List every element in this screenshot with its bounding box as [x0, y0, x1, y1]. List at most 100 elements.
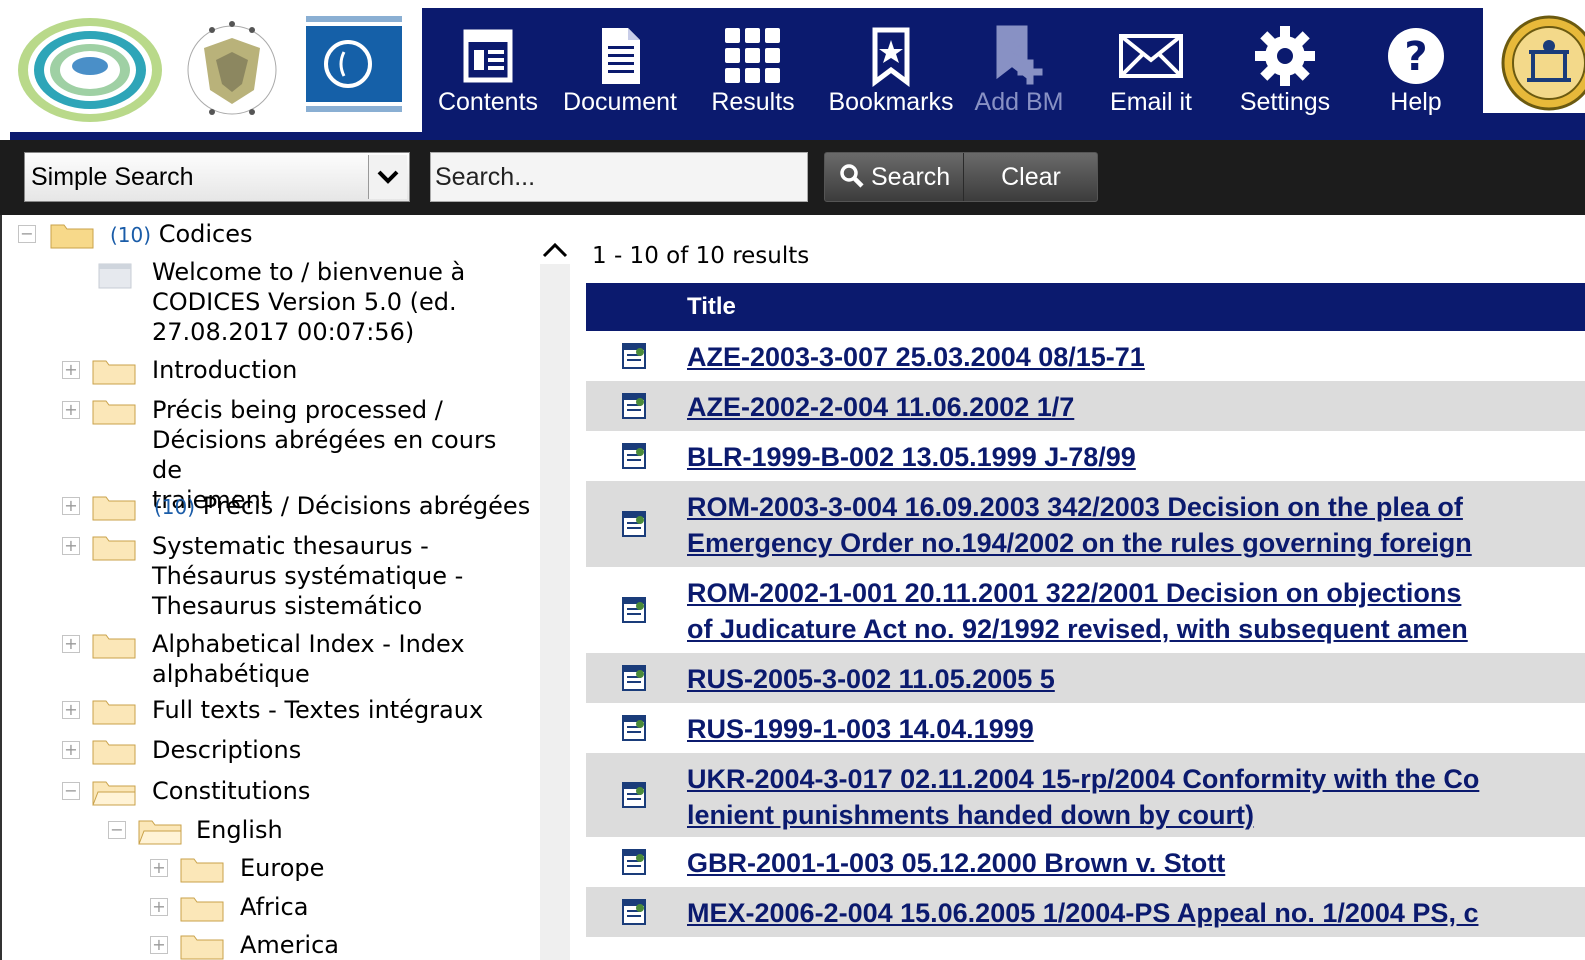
document-icon	[622, 715, 646, 741]
expand-toggle[interactable]: +	[150, 859, 168, 877]
expand-toggle[interactable]: +	[62, 701, 80, 719]
table-row: UKR-2004-3-017 02.11.2004 15-rp/2004 Con…	[586, 753, 1585, 837]
document-icon	[622, 443, 646, 469]
collapse-toggle[interactable]: −	[108, 821, 126, 839]
result-link[interactable]: AZE-2003-3-007 25.03.2004 08/15-71	[687, 339, 1585, 375]
envelope-icon	[1119, 34, 1183, 78]
expand-toggle[interactable]: +	[62, 741, 80, 759]
collapse-toggle[interactable]: −	[18, 225, 36, 243]
expand-toggle[interactable]: +	[62, 401, 80, 419]
folder-icon	[92, 536, 136, 561]
table-row: GBR-2001-1-003 05.12.2000 Brown v. Stott	[586, 837, 1585, 887]
tree-label: Full texts - Textes intégraux	[152, 696, 484, 724]
partner-emblem-icon	[1501, 15, 1585, 111]
gear-icon	[1255, 26, 1315, 86]
help-label: Help	[1390, 88, 1442, 116]
bookmarks-button[interactable]: Bookmarks	[826, 8, 956, 132]
result-link[interactable]: MEX-2006-2-004 15.06.2005 1/2004-PS Appe…	[687, 895, 1585, 931]
contents-button[interactable]: Contents	[436, 8, 540, 132]
search-bar: Simple Search Search Clear	[0, 140, 1585, 215]
email-label: Email it	[1110, 88, 1192, 116]
search-buttons: Search Clear	[824, 152, 1098, 202]
folder-icon	[180, 858, 224, 883]
result-link[interactable]: BLR-1999-B-002 13.05.1999 J-78/99	[687, 439, 1585, 475]
document-icon	[622, 393, 646, 419]
settings-label: Settings	[1239, 88, 1331, 116]
results-button[interactable]: Results	[704, 8, 802, 132]
tree-label: Africa	[240, 893, 309, 921]
result-link[interactable]: ROM-2003-3-004 16.09.2003 342/2003 Decis…	[687, 489, 1585, 561]
settings-button[interactable]: Settings	[1230, 8, 1340, 132]
search-mode-value: Simple Search	[31, 163, 194, 191]
result-link[interactable]: RUS-1999-1-003 14.04.1999	[687, 711, 1585, 747]
search-button[interactable]: Search	[825, 153, 963, 201]
table-row: ROM-2003-3-004 16.09.2003 342/2003 Decis…	[586, 481, 1585, 567]
expand-toggle[interactable]: +	[62, 635, 80, 653]
add-bookmark-icon	[996, 25, 1043, 85]
collapse-toggle[interactable]: −	[62, 782, 80, 800]
tree-label: Descriptions	[152, 736, 302, 764]
result-link[interactable]: RUS-2005-3-002 11.05.2005 5	[687, 661, 1585, 697]
email-button[interactable]: Email it	[1102, 8, 1200, 132]
main-toolbar: Contents Document Results Bookmarks Add …	[422, 8, 1585, 132]
table-row: RUS-1999-1-003 14.04.1999	[586, 703, 1585, 753]
expand-toggle[interactable]: +	[150, 936, 168, 954]
wccj-logo	[18, 18, 162, 122]
folder-icon	[92, 360, 136, 385]
result-link[interactable]: ROM-2002-1-001 20.11.2001 322/2001 Decis…	[687, 575, 1585, 647]
document-button[interactable]: Document	[562, 8, 678, 132]
page-icon	[98, 263, 132, 289]
table-row: RUS-2005-3-002 11.05.2005 5	[586, 653, 1585, 703]
expand-toggle[interactable]: +	[62, 361, 80, 379]
result-link[interactable]: GBR-2001-1-003 05.12.2000 Brown v. Stott	[687, 845, 1585, 881]
chevron-down-icon	[377, 170, 399, 184]
expand-toggle[interactable]: +	[62, 537, 80, 555]
results-label: Results	[711, 88, 795, 116]
results-table-header: Title	[586, 283, 1585, 331]
folder-icon	[92, 700, 136, 725]
expand-toggle[interactable]: +	[150, 898, 168, 916]
document-icon	[622, 665, 646, 691]
document-icon	[622, 899, 646, 925]
tree-label: Codices	[158, 220, 253, 248]
table-row: AZE-2002-2-004 11.06.2002 1/7	[586, 381, 1585, 431]
result-link[interactable]: AZE-2002-2-004 11.06.2002 1/7	[687, 389, 1585, 425]
add-bookmark-button[interactable]: Add BM	[974, 8, 1064, 132]
add-bookmark-label: Add BM	[974, 88, 1064, 116]
folder-icon	[92, 496, 136, 521]
dropdown-arrow[interactable]	[368, 155, 407, 199]
tree-label: Europe	[240, 854, 325, 882]
search-button-label: Search	[871, 163, 951, 191]
contents-tree: − (10) Codices Welcome to / bienvenue à …	[0, 215, 540, 960]
tree-label: Introduction	[152, 356, 298, 384]
tree-count: (10)	[154, 495, 196, 519]
results-count: 1 - 10 of 10 results	[592, 243, 810, 269]
scroll-up-button[interactable]	[540, 236, 570, 264]
column-header-title[interactable]: Title	[687, 293, 736, 321]
tree-scrollbar[interactable]	[540, 240, 570, 960]
tree-count: (10)	[110, 223, 152, 247]
document-icon	[622, 597, 646, 623]
table-row: ROM-2002-1-001 20.11.2001 322/2001 Decis…	[586, 567, 1585, 653]
bookmarks-label: Bookmarks	[828, 88, 954, 116]
tree-label: America	[240, 931, 339, 959]
result-link[interactable]: UKR-2004-3-017 02.11.2004 15-rp/2004 Con…	[687, 761, 1585, 833]
folder-icon	[180, 935, 224, 960]
document-icon	[622, 782, 646, 808]
search-mode-select[interactable]: Simple Search	[24, 152, 410, 202]
folder-icon	[180, 897, 224, 922]
expand-toggle[interactable]: +	[62, 497, 80, 515]
help-icon: ?	[1388, 28, 1444, 84]
tree-label: English	[196, 816, 283, 844]
top-bar: Contents Document Results Bookmarks Add …	[0, 0, 1585, 140]
clear-button[interactable]: Clear	[963, 153, 1098, 201]
logos-area	[10, 8, 422, 132]
tree-label: Précis / Décisions abrégées	[202, 492, 531, 520]
folder-icon	[50, 224, 94, 249]
help-button[interactable]: ? Help	[1372, 8, 1460, 132]
folder-icon	[92, 400, 136, 425]
folder-open-icon	[92, 781, 136, 806]
table-row: MEX-2006-2-004 15.06.2005 1/2004-PS Appe…	[586, 887, 1585, 937]
search-input[interactable]	[430, 152, 808, 202]
document-icon	[622, 849, 646, 875]
